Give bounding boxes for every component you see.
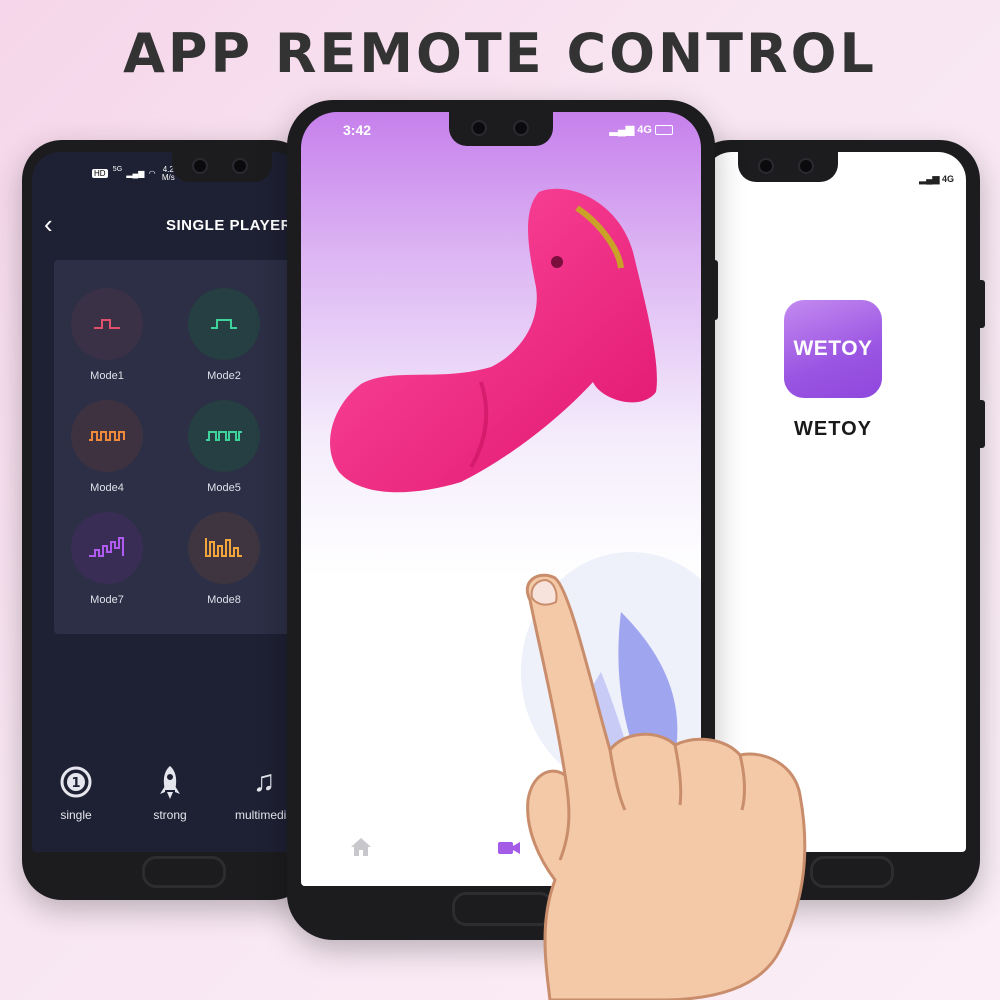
single-mode-icon: 1 xyxy=(36,762,116,802)
mode-button-2[interactable]: Mode2 xyxy=(179,288,269,382)
mode-label: Mode7 xyxy=(90,594,124,606)
network-label: 5G xyxy=(112,166,123,173)
home-button[interactable] xyxy=(142,856,226,888)
tab-strong[interactable]: strong xyxy=(130,762,210,822)
side-button xyxy=(977,400,985,448)
hd-badge: HD xyxy=(92,169,108,179)
mode-button-8[interactable]: Mode8 xyxy=(179,512,269,606)
side-button xyxy=(712,260,718,320)
pointing-hand-image xyxy=(526,573,807,1000)
signal-icon: ▂▄▆ xyxy=(919,174,940,184)
camera-icon xyxy=(232,158,248,174)
wifi-icon: ◠ xyxy=(148,169,156,179)
mode-1-icon xyxy=(71,288,143,360)
mode-button-1[interactable]: Mode1 xyxy=(62,288,152,382)
mode-button-5[interactable]: Mode5 xyxy=(179,400,269,494)
mode-label: Mode1 xyxy=(90,370,124,382)
mode-label: Mode2 xyxy=(207,370,241,382)
tab-label: single xyxy=(60,808,92,822)
side-button xyxy=(977,280,985,328)
notch xyxy=(172,152,272,182)
camera-icon xyxy=(798,158,814,174)
mode-label: Mode4 xyxy=(90,482,124,494)
tab-bar: 1 single strong ♫ multimedia xyxy=(32,762,302,842)
wetoy-app-icon[interactable]: WETOY xyxy=(784,300,882,398)
notch xyxy=(738,152,838,182)
signal-icon: ▂▄▆ xyxy=(126,169,145,179)
app-icon-text: WETOY xyxy=(793,337,873,360)
rocket-icon xyxy=(130,762,210,802)
screen-header: ‹ SINGLE PLAYER xyxy=(32,207,302,247)
mode-5-icon xyxy=(188,400,260,472)
mode-button-7[interactable]: Mode7 xyxy=(62,512,152,606)
network-label: 4G xyxy=(941,174,954,184)
back-arrow-icon[interactable]: ‹ xyxy=(44,209,53,239)
left-phone-screen: HD 5G ▂▄▆ ◠ 4.2 M/s ‹ SINGLE PLAYER Mode… xyxy=(32,152,302,852)
tab-label: strong xyxy=(153,808,187,822)
camera-icon xyxy=(192,158,208,174)
app-name: WETOY xyxy=(794,418,872,440)
speed-unit: M/s xyxy=(161,173,175,182)
mode-button-4[interactable]: Mode4 xyxy=(62,400,152,494)
mode-2-icon xyxy=(188,288,260,360)
mode-label: Mode5 xyxy=(207,482,241,494)
mode-grid: Mode1 Mode2 Mode4 Mode5 Mode7 Mode8 xyxy=(54,260,300,634)
svg-text:1: 1 xyxy=(71,776,80,791)
mode-label: Mode8 xyxy=(207,594,241,606)
tab-single[interactable]: 1 single xyxy=(36,762,116,822)
home-icon[interactable] xyxy=(349,836,373,863)
mode-4-icon xyxy=(71,400,143,472)
product-image xyxy=(330,188,657,493)
camera-icon xyxy=(758,158,774,174)
headline: APP REMOTE CONTROL xyxy=(123,22,877,85)
left-phone: HD 5G ▂▄▆ ◠ 4.2 M/s ‹ SINGLE PLAYER Mode… xyxy=(22,140,312,900)
mode-8-icon xyxy=(188,512,260,584)
status-bar: ▂▄▆ 4G xyxy=(919,174,954,185)
page-title: SINGLE PLAYER xyxy=(166,217,292,234)
mode-7-icon xyxy=(71,512,143,584)
